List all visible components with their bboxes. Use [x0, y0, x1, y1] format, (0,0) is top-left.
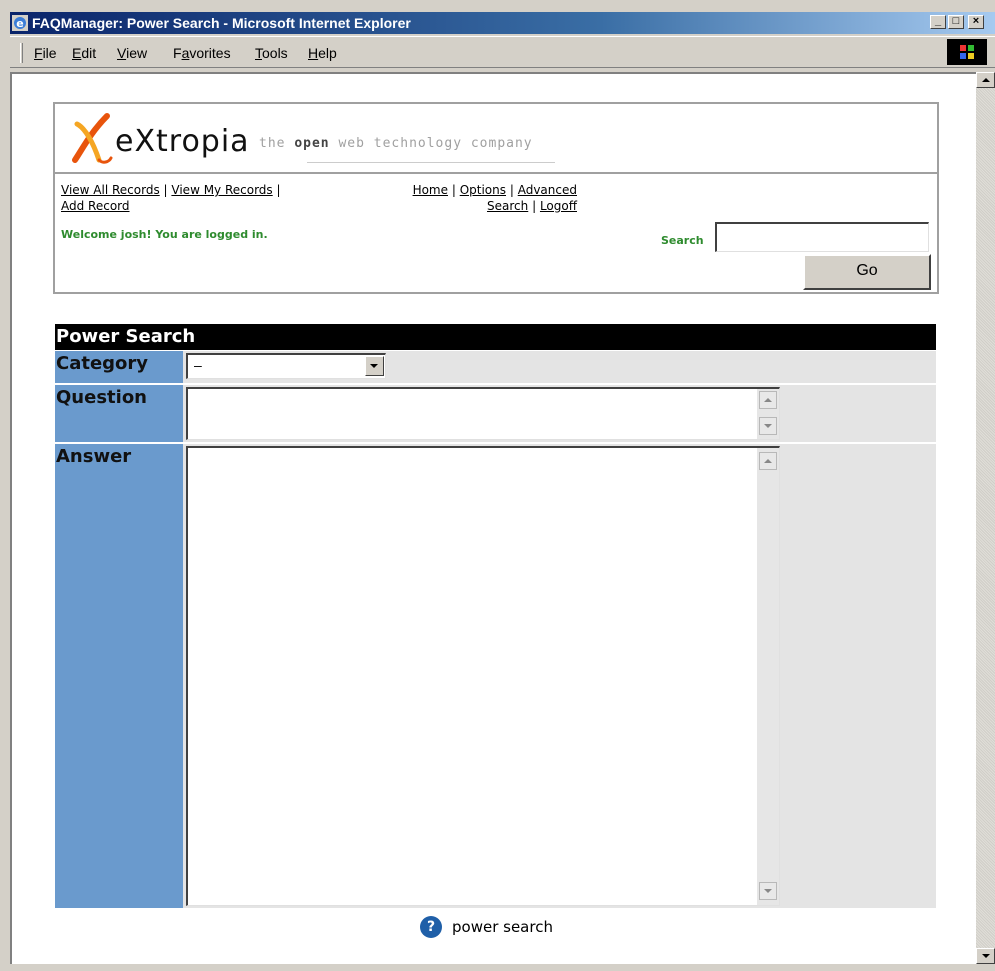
arrow-up-icon — [764, 459, 772, 463]
answer-scroll-up[interactable] — [759, 452, 777, 470]
menu-tools[interactable]: Tools — [255, 45, 288, 61]
toolbar-grip — [20, 43, 23, 63]
maximize-button[interactable]: □ — [948, 15, 964, 29]
site-links: Home | Options | Advanced Search | Logof… — [412, 183, 577, 213]
logo-wordmark: eXtropia — [115, 124, 250, 159]
menu-favorites[interactable]: Favorites — [173, 45, 231, 61]
category-label: Category — [55, 351, 183, 383]
menu-help[interactable]: Help — [308, 45, 337, 61]
welcome-message: Welcome josh! You are logged in. — [61, 228, 268, 241]
answer-scrollbar[interactable] — [757, 448, 779, 905]
question-scroll-down[interactable] — [759, 417, 777, 435]
answer-label: Answer — [55, 444, 183, 908]
arrow-down-icon — [982, 954, 990, 958]
answer-textarea[interactable] — [186, 446, 780, 906]
logoff-link[interactable]: Logoff — [540, 199, 577, 213]
go-button[interactable]: Go — [803, 254, 931, 290]
home-link[interactable]: Home — [413, 183, 448, 197]
answer-scroll-down[interactable] — [759, 882, 777, 900]
title-bar: e FAQManager: Power Search - Microsoft I… — [10, 12, 995, 34]
add-record-link[interactable]: Add Record — [61, 199, 130, 213]
page-scrollbar[interactable] — [976, 72, 995, 964]
windows-flag-icon — [960, 45, 974, 59]
question-textarea[interactable] — [186, 387, 780, 440]
search-label: Search — [661, 234, 704, 247]
view-all-records-link[interactable]: View All Records — [61, 183, 160, 197]
help-icon[interactable]: ? — [420, 916, 442, 938]
minimize-button[interactable]: _ — [930, 15, 946, 29]
extropia-logo-icon — [72, 113, 113, 164]
close-button[interactable]: × — [968, 15, 984, 29]
scroll-down-button[interactable] — [976, 948, 995, 964]
arrow-up-icon — [982, 78, 990, 82]
menu-view[interactable]: View — [117, 45, 147, 61]
question-label: Question — [55, 385, 183, 442]
arrow-down-icon — [764, 424, 772, 428]
question-scrollbar[interactable] — [757, 389, 779, 439]
advanced-search-link-cont[interactable]: Search — [487, 199, 528, 213]
answer-row: Answer — [55, 444, 936, 908]
tagline: the open web technology company — [259, 136, 533, 151]
question-scroll-up[interactable] — [759, 391, 777, 409]
scroll-up-button[interactable] — [976, 72, 995, 88]
options-link[interactable]: Options — [460, 183, 506, 197]
window-title: FAQManager: Power Search - Microsoft Int… — [32, 15, 411, 31]
menu-bar: File Edit View Favorites Tools Help — [10, 36, 995, 68]
arrow-down-icon — [764, 889, 772, 893]
scroll-track[interactable] — [976, 88, 995, 948]
arrow-up-icon — [764, 398, 772, 402]
tagline-underline — [307, 162, 555, 163]
view-my-records-link[interactable]: View My Records — [171, 183, 272, 197]
ie-icon: e — [12, 15, 28, 31]
site-header: eXtropia the open web technology company… — [53, 102, 939, 294]
advanced-search-link[interactable]: Advanced — [518, 183, 577, 197]
menu-edit[interactable]: Edit — [72, 45, 96, 61]
help-text[interactable]: power search — [452, 918, 553, 936]
search-input[interactable] — [715, 222, 929, 252]
category-row: Category – — [55, 351, 936, 383]
dropdown-arrow-icon[interactable] — [365, 356, 384, 376]
category-select[interactable]: – — [186, 353, 386, 379]
logo-row: eXtropia the open web technology company — [55, 104, 937, 174]
browser-window: e FAQManager: Power Search - Microsoft I… — [0, 0, 995, 971]
menu-file[interactable]: File — [34, 45, 57, 61]
record-links: View All Records | View My Records | Add… — [61, 183, 281, 213]
power-search-title: Power Search — [55, 324, 936, 350]
question-row: Question — [55, 385, 936, 442]
windows-logo — [947, 39, 987, 65]
svg-text:e: e — [16, 17, 23, 30]
